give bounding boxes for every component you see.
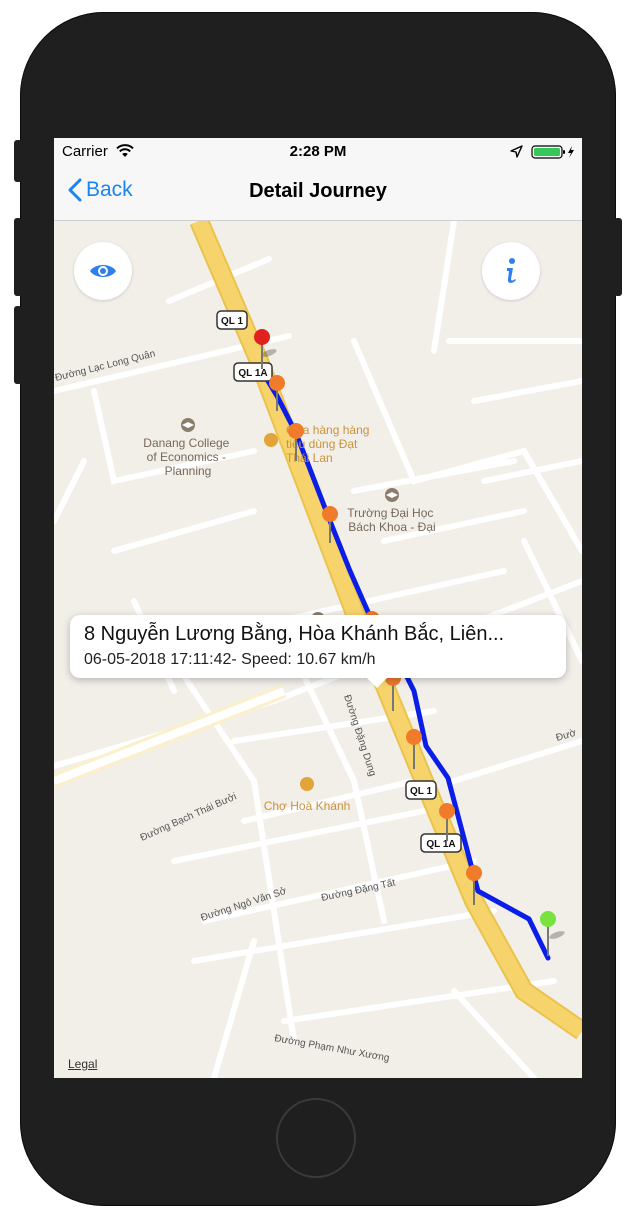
- road-shield-ql1a-bottom: QL 1A: [420, 833, 462, 853]
- navigation-bar: Back Detail Journey: [54, 166, 582, 221]
- poi-label-line: Trường Đại Học: [347, 506, 433, 520]
- mute-switch: [14, 140, 22, 182]
- eye-icon: [90, 265, 116, 277]
- svg-text:Chợ Hoà Khánh: Chợ Hoà Khánh: [264, 799, 351, 813]
- svg-text:QL 1: QL 1: [221, 316, 243, 327]
- poi-label-line: Bách Khoa - Đại: [348, 520, 435, 534]
- svg-text:QL 1A: QL 1A: [426, 839, 455, 850]
- road-shield-ql1-top: QL 1: [216, 310, 248, 330]
- toggle-visibility-button[interactable]: [74, 242, 132, 300]
- volume-down-button: [14, 306, 22, 384]
- legal-link[interactable]: Legal: [68, 1057, 97, 1071]
- svg-text:QL 1: QL 1: [410, 786, 432, 797]
- info-icon: [507, 258, 516, 283]
- callout-address: 8 Nguyễn Lương Bằng, Hòa Khánh Bắc, Liên…: [84, 623, 505, 645]
- screen: Carrier 2:28 PM Back Detail Journey QL 1…: [54, 138, 582, 1078]
- svg-text:Trường Đại Học Bách: Trường Đại Học Bách Khoa - Đại: [347, 506, 437, 534]
- callout-details: 06-05-2018 17:11:42- Speed: 10.67 km/h: [84, 651, 376, 668]
- page-title: Detail Journey: [249, 180, 387, 202]
- svg-text:QL 1A: QL 1A: [238, 368, 267, 379]
- road-shield-ql1a-top: QL 1A: [233, 362, 273, 382]
- poi-label-line: Planning: [165, 464, 212, 478]
- info-button[interactable]: [482, 242, 540, 300]
- status-time: 2:28 PM: [289, 143, 347, 160]
- status-bar: Carrier 2:28 PM: [54, 138, 582, 166]
- road-shield-ql1-bottom: QL 1: [405, 780, 437, 800]
- location-arrow-icon: [510, 145, 523, 158]
- home-button[interactable]: [276, 1098, 356, 1178]
- location-callout[interactable]: 8 Nguyễn Lương Bằng, Hòa Khánh Bắc, Liên…: [70, 615, 566, 688]
- poi-label-line: of Economics -: [147, 450, 226, 464]
- poi-label-line: Danang College: [143, 436, 229, 450]
- map-view[interactable]: QL 1 QL 1A QL 1 QL 1A Đường Lạc Long Quâ…: [54, 221, 582, 1078]
- power-button: [614, 218, 622, 296]
- poi-label-line: Thái Lan: [286, 451, 333, 465]
- volume-up-button: [14, 218, 22, 296]
- battery-icon: [531, 145, 574, 159]
